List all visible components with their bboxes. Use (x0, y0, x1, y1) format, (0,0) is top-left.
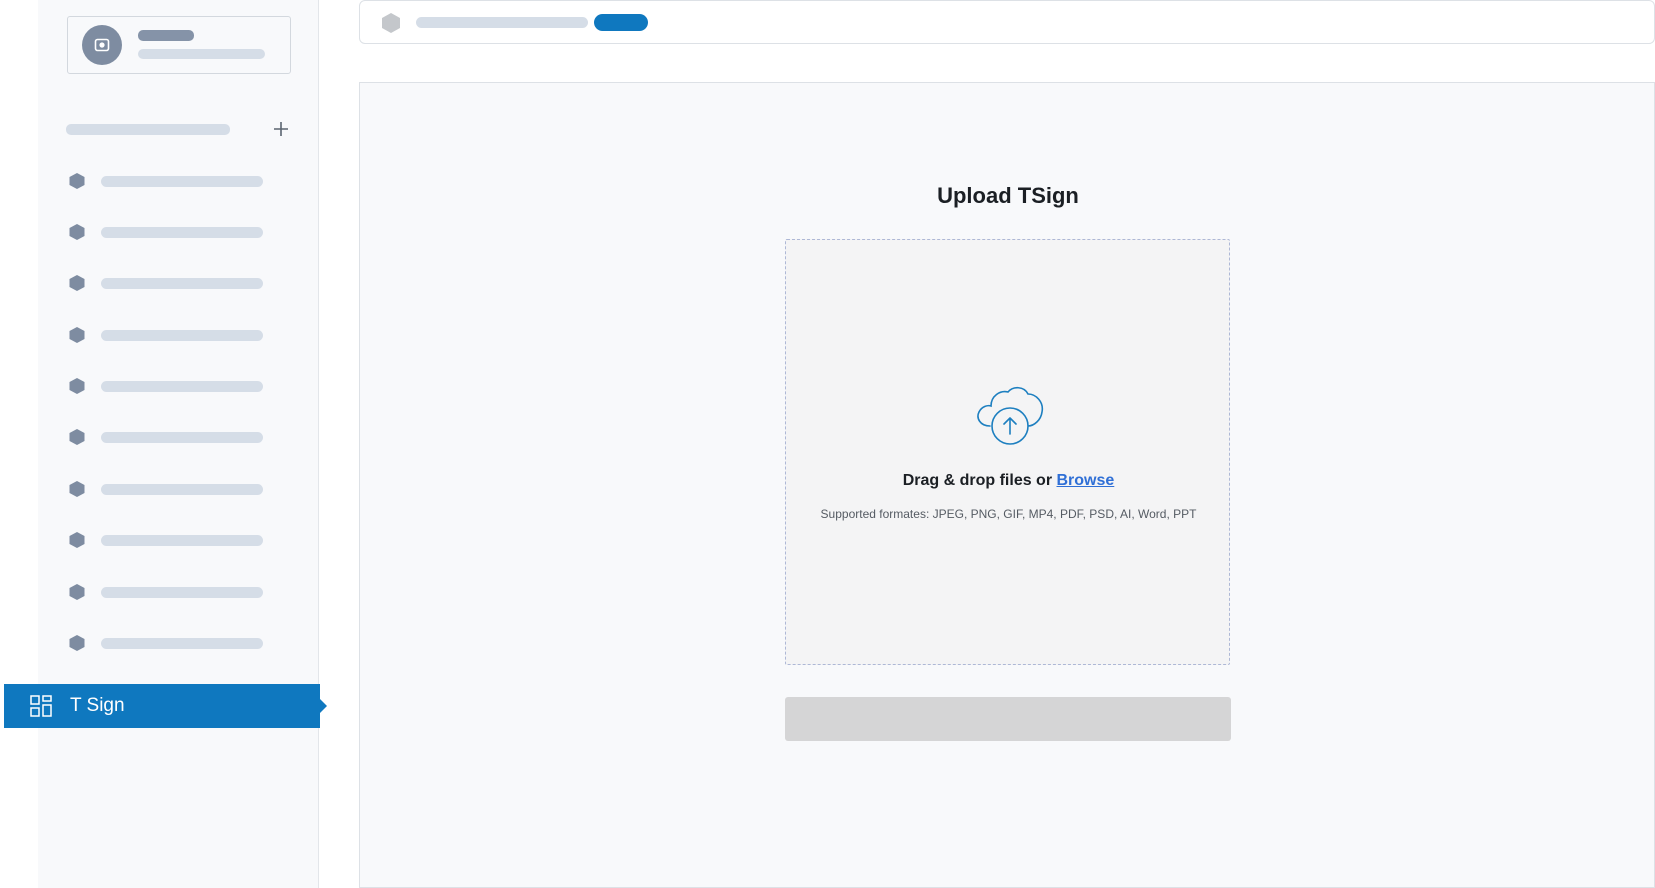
main-panel: Upload TSign Drag & drop files or Browse… (359, 82, 1655, 888)
hexagon-icon (69, 532, 85, 548)
sidebar-item-placeholder[interactable] (66, 323, 286, 347)
sidebar-item-label-placeholder (101, 176, 263, 187)
profile-subtitle-placeholder (138, 49, 265, 59)
sidebar-item-placeholder[interactable] (66, 528, 286, 552)
sidebar-item-label-placeholder (101, 484, 263, 495)
sidebar-item-label: T Sign (70, 695, 125, 716)
active-indicator-arrow (320, 699, 327, 713)
hexagon-icon (69, 429, 85, 445)
sidebar-item-placeholder[interactable] (66, 425, 286, 449)
breadcrumb-placeholder (416, 17, 588, 28)
supported-formats-text: Supported formates: JPEG, PNG, GIF, MP4,… (820, 507, 1197, 521)
hexagon-icon (69, 378, 85, 394)
hexagon-icon (69, 224, 85, 240)
dropzone-text: Drag & drop files or (902, 472, 1057, 489)
sidebar-item-placeholder[interactable] (66, 271, 286, 295)
sidebar-item-label-placeholder (101, 278, 263, 289)
sidebar-item-label-placeholder (101, 535, 263, 546)
hexagon-icon (69, 173, 85, 189)
image-icon (94, 38, 110, 52)
browse-link[interactable]: Browse (1057, 472, 1115, 489)
sidebar-item-label-placeholder (101, 587, 263, 598)
plus-icon (274, 122, 288, 136)
hexagon-icon (69, 584, 85, 600)
sidebar-item-placeholder[interactable] (66, 580, 286, 604)
grid-icon (30, 695, 52, 717)
sidebar-item-label-placeholder (101, 432, 263, 443)
sidebar-item-placeholder[interactable] (66, 477, 286, 501)
sidebar-item-tsign[interactable]: T Sign (4, 684, 327, 728)
hexagon-icon (69, 327, 85, 343)
sidebar-item-placeholder[interactable] (66, 169, 286, 193)
breadcrumb-active-pill[interactable] (594, 14, 648, 31)
sidebar-item-placeholder[interactable] (66, 374, 286, 398)
hexagon-icon (69, 481, 85, 497)
page-title: Upload TSign (937, 183, 1079, 208)
file-dropzone[interactable]: Drag & drop files or Browse Supported fo… (785, 239, 1230, 665)
sidebar-item-label-placeholder (101, 381, 263, 392)
breadcrumb-bar (359, 0, 1655, 44)
hexagon-icon (382, 13, 400, 33)
dropzone-instructions: Drag & drop files or Browse (786, 472, 1231, 490)
hexagon-icon (69, 275, 85, 291)
sidebar-item-placeholder[interactable] (66, 631, 286, 655)
sidebar-item-label-placeholder (101, 638, 263, 649)
cloud-upload-icon (977, 386, 1044, 445)
sidebar-item-label-placeholder (101, 330, 263, 341)
add-button[interactable] (270, 118, 292, 140)
upload-submit-button[interactable] (785, 697, 1231, 741)
sidebar-item-label-placeholder (101, 227, 263, 238)
avatar[interactable] (82, 25, 122, 65)
sidebar-item-placeholder[interactable] (66, 220, 286, 244)
section-header-placeholder (66, 124, 230, 135)
hexagon-icon (69, 635, 85, 651)
profile-name-placeholder (138, 30, 194, 41)
